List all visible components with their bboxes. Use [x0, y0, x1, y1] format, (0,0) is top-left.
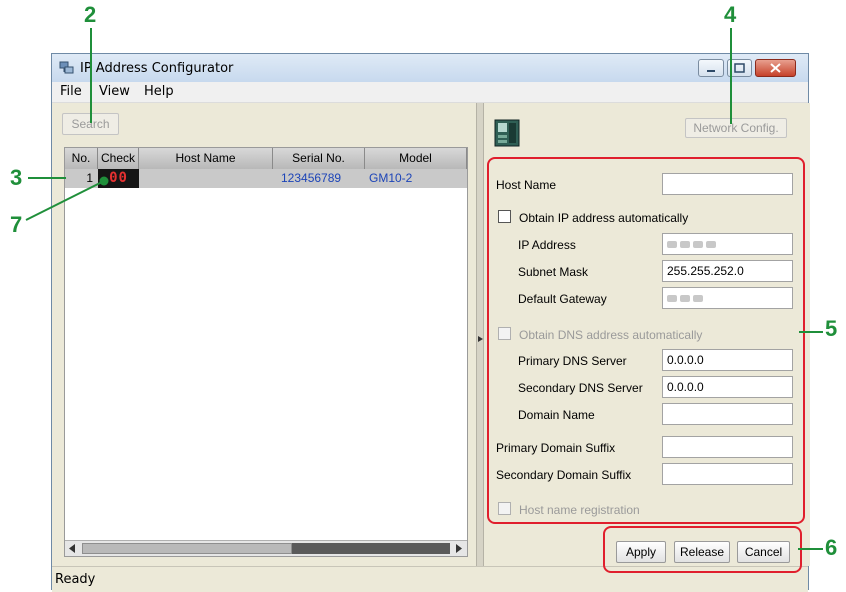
network-app-icon [59, 61, 74, 74]
callout-7-line [25, 176, 109, 221]
minimize-icon [707, 70, 715, 72]
callout-6: 6 [825, 535, 838, 560]
window-title: IP Address Configurator [80, 61, 234, 76]
menu-help[interactable]: Help [144, 84, 174, 99]
col-header-host-name[interactable]: Host Name [139, 148, 273, 169]
callout-4: 4 [724, 2, 737, 27]
title-bar: IP Address Configurator [52, 54, 808, 82]
scroll-right-icon[interactable] [453, 543, 465, 554]
pane-splitter[interactable] [476, 103, 484, 566]
status-text: Ready [55, 572, 96, 587]
close-button[interactable] [755, 59, 796, 77]
callout-6-box [603, 526, 802, 573]
callout-3: 3 [10, 165, 23, 190]
menu-file[interactable]: File [60, 84, 82, 99]
col-header-model[interactable]: Model [365, 148, 467, 169]
callout-6-line [798, 548, 823, 550]
menu-view[interactable]: View [99, 84, 130, 99]
scrollbar-thumb[interactable] [82, 543, 292, 554]
col-header-no[interactable]: No. [65, 148, 98, 169]
row-model: GM10-2 [369, 171, 413, 185]
scroll-left-icon[interactable] [67, 543, 79, 554]
close-icon [770, 63, 781, 73]
table-row[interactable]: 1 00 123456789 GM10-2 [65, 169, 467, 188]
callout-5-line [799, 331, 823, 333]
menu-bar: File View Help [52, 82, 808, 103]
device-list-pane: Search No. Check Host Name Serial No. Mo… [52, 103, 476, 566]
expand-arrow-icon[interactable] [477, 335, 484, 343]
recorder-device-icon [494, 119, 520, 147]
callout-2: 2 [84, 2, 97, 27]
row-serial: 123456789 [281, 171, 342, 185]
callout-7: 7 [10, 212, 23, 237]
col-header-serial[interactable]: Serial No. [273, 148, 365, 169]
callout-5: 5 [825, 316, 838, 341]
network-config-button[interactable]: Network Config. [685, 118, 787, 138]
callout-5-box [487, 157, 805, 524]
callout-2-line [90, 28, 92, 123]
scrollbar-track[interactable] [292, 543, 450, 554]
col-header-check[interactable]: Check [98, 148, 139, 169]
minimize-button[interactable] [698, 59, 724, 77]
row-host-name [139, 169, 273, 188]
horizontal-scrollbar[interactable] [65, 540, 467, 556]
device-table: No. Check Host Name Serial No. Model 1 0… [64, 147, 468, 557]
callout-4-line [730, 28, 732, 124]
